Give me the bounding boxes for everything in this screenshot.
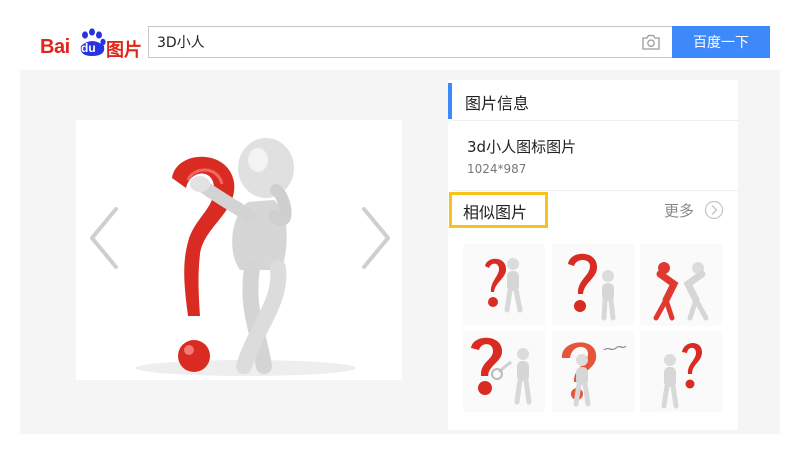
chevron-right-circle-icon[interactable] bbox=[704, 200, 724, 220]
similar-image-thumb[interactable] bbox=[640, 330, 722, 412]
top-header: Bai du 图片 百度一下 bbox=[0, 0, 800, 68]
similar-image-5 bbox=[561, 342, 627, 407]
info-section-title: 图片信息 bbox=[465, 94, 530, 113]
camera-icon[interactable] bbox=[641, 34, 661, 50]
figure-with-question-mark-image bbox=[136, 138, 356, 376]
similar-image-thumb[interactable] bbox=[640, 244, 722, 326]
similar-image-6 bbox=[661, 343, 702, 409]
similar-image-1 bbox=[485, 258, 523, 313]
similar-image-thumb[interactable] bbox=[552, 244, 634, 326]
previous-image-arrow-icon[interactable] bbox=[84, 203, 124, 273]
more-link[interactable]: 更多 bbox=[664, 200, 694, 221]
baidu-image-logo[interactable]: Bai du 图片 bbox=[40, 24, 144, 61]
similar-image-thumb[interactable] bbox=[463, 244, 545, 326]
similar-image-2 bbox=[568, 253, 616, 321]
similar-images-title: 相似图片 bbox=[463, 203, 528, 222]
similar-image-thumb[interactable] bbox=[552, 330, 634, 412]
logo-text-image: 图片 bbox=[106, 40, 142, 61]
search-button[interactable]: 百度一下 bbox=[672, 26, 770, 58]
search-input[interactable] bbox=[157, 27, 627, 57]
section-accent-bar bbox=[448, 83, 452, 119]
similar-image-4 bbox=[471, 337, 532, 405]
main-image-preview[interactable] bbox=[76, 120, 402, 380]
divider bbox=[452, 190, 738, 191]
similar-image-3 bbox=[653, 262, 709, 321]
image-name: 3d小人图标图片 bbox=[467, 138, 577, 156]
next-image-arrow-icon[interactable] bbox=[356, 203, 396, 273]
search-box bbox=[148, 26, 672, 58]
logo-text-du: du bbox=[81, 41, 96, 55]
similar-image-thumb[interactable] bbox=[463, 330, 545, 412]
logo-text-bai: Bai bbox=[40, 36, 70, 58]
divider bbox=[452, 120, 738, 121]
image-size: 1024*987 bbox=[467, 162, 527, 176]
